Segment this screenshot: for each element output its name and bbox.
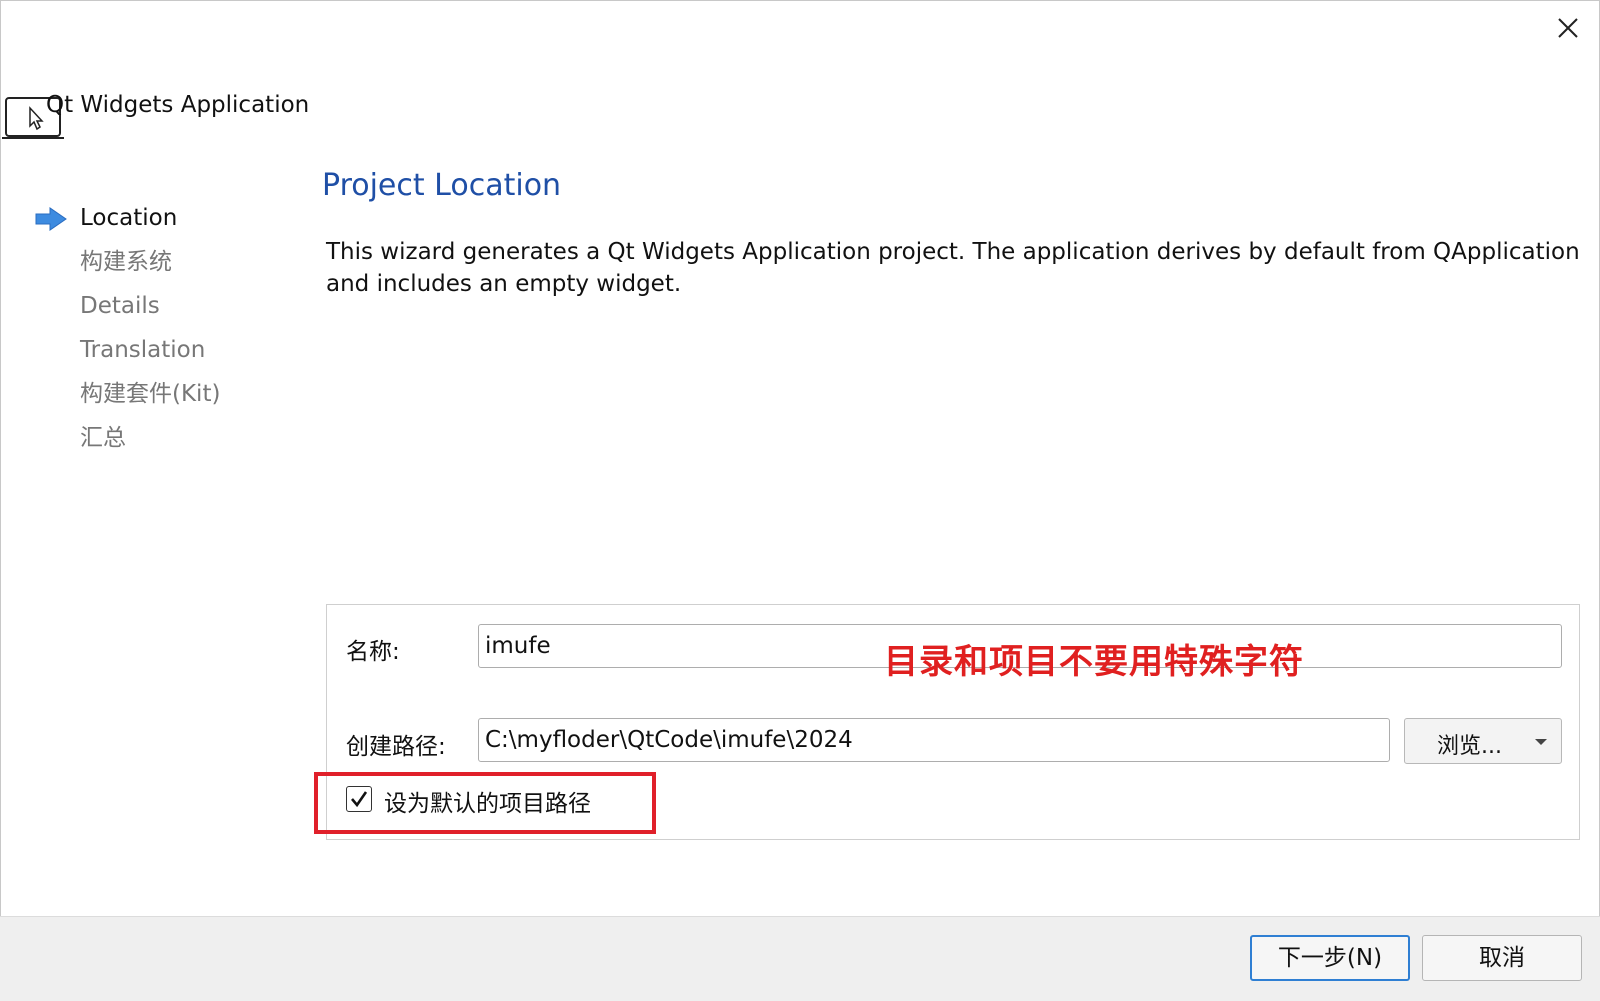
current-step-arrow-icon [35, 207, 67, 231]
next-button[interactable]: 下一步(N) [1250, 935, 1410, 981]
browse-button[interactable]: 浏览... [1404, 718, 1562, 764]
create-path-input[interactable] [478, 718, 1390, 762]
step-label: 构建系统 [80, 249, 172, 275]
step-label: 构建套件(Kit) [80, 381, 221, 407]
step-label: Location [80, 205, 178, 231]
cancel-button-label: 取消 [1479, 945, 1525, 971]
step-location[interactable]: Location [34, 196, 294, 240]
close-button[interactable] [1548, 10, 1588, 46]
next-button-label: 下一步(N) [1277, 945, 1383, 971]
step-details[interactable]: Details [34, 284, 294, 328]
step-label: 汇总 [80, 425, 126, 451]
close-icon [1558, 18, 1578, 38]
step-translation[interactable]: Translation [34, 328, 294, 372]
page-title: Project Location [322, 168, 562, 203]
wizard-step-list: Location 构建系统 Details Translation 构建套件(K… [34, 196, 294, 460]
checkmark-icon [351, 791, 368, 808]
default-path-checkbox[interactable] [346, 786, 372, 812]
name-label: 名称: [346, 639, 400, 665]
browse-button-label: 浏览... [1437, 734, 1502, 759]
step-kit[interactable]: 构建套件(Kit) [34, 372, 294, 416]
annotation-warning-text: 目录和项目不要用特殊字符 [884, 642, 1304, 682]
dropdown-caret-icon[interactable] [1535, 739, 1547, 745]
default-path-checkbox-label[interactable]: 设为默认的项目路径 [384, 784, 591, 818]
wizard-footer: 下一步(N) 取消 [0, 916, 1600, 1001]
path-label: 创建路径: [346, 734, 446, 760]
wizard-app-title: Qt Widgets Application [46, 92, 310, 118]
step-build-system[interactable]: 构建系统 [34, 240, 294, 284]
step-label: Translation [80, 337, 206, 363]
page-description: This wizard generates a Qt Widgets Appli… [326, 239, 1580, 297]
step-summary[interactable]: 汇总 [34, 416, 294, 460]
cancel-button[interactable]: 取消 [1422, 935, 1582, 981]
window-frame [0, 0, 1600, 1000]
step-label: Details [80, 293, 160, 319]
